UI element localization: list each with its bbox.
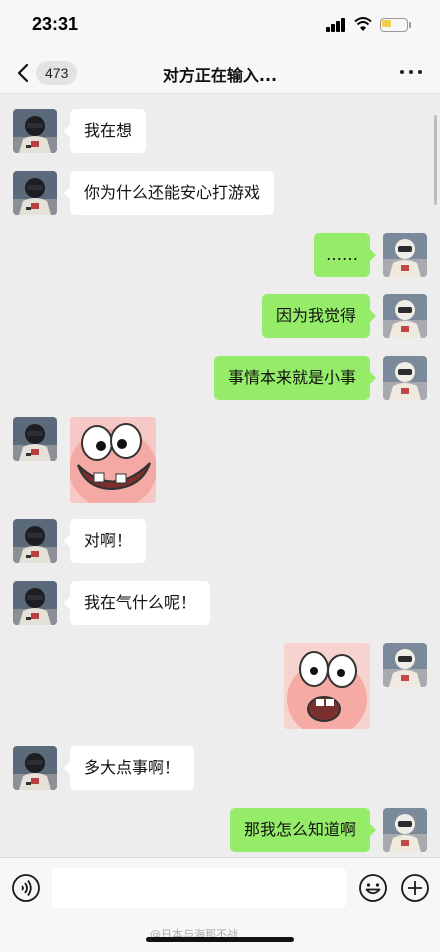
my-avatar[interactable] bbox=[383, 356, 427, 400]
contact-avatar[interactable] bbox=[13, 519, 57, 563]
my-avatar[interactable] bbox=[383, 643, 427, 687]
battery-icon bbox=[380, 18, 420, 34]
sent-message-bubble[interactable]: 因为我觉得 bbox=[261, 294, 377, 338]
chat-message-list[interactable]: 我在想 你为什么还能安心打游戏 …… 因为我觉得 事情本来就是小事 对啊！ 我在… bbox=[0, 95, 440, 857]
patrick-shocked-sticker[interactable] bbox=[284, 643, 370, 729]
more-dots-icon bbox=[400, 70, 404, 74]
my-avatar[interactable] bbox=[383, 808, 427, 852]
contact-avatar[interactable] bbox=[13, 109, 57, 153]
patrick-grin-sticker[interactable] bbox=[70, 417, 156, 503]
home-indicator[interactable] bbox=[146, 937, 294, 942]
received-message-bubble[interactable]: 我在气什么呢！ bbox=[63, 581, 211, 625]
emoji-icon[interactable] bbox=[358, 873, 388, 903]
voice-icon[interactable] bbox=[11, 873, 41, 903]
status-time: 23:31 bbox=[32, 14, 79, 34]
nav-bar: 473 对方正在输入... bbox=[0, 52, 440, 94]
message-input[interactable] bbox=[52, 868, 346, 908]
my-avatar[interactable] bbox=[383, 233, 427, 277]
status-icons bbox=[310, 17, 420, 34]
contact-avatar[interactable] bbox=[13, 417, 57, 461]
contact-avatar[interactable] bbox=[13, 171, 57, 215]
more-options-button[interactable] bbox=[400, 62, 422, 82]
received-message-bubble[interactable]: 我在想 bbox=[63, 109, 147, 153]
my-avatar[interactable] bbox=[383, 294, 427, 338]
received-message-bubble[interactable]: 对啊！ bbox=[63, 519, 147, 563]
received-message-bubble[interactable]: 你为什么还能安心打游戏 bbox=[63, 171, 275, 215]
status-bar: 23:31 bbox=[0, 0, 440, 52]
contact-avatar[interactable] bbox=[13, 581, 57, 625]
sent-message-bubble[interactable]: 事情本来就是小事 bbox=[213, 356, 377, 400]
plus-icon[interactable] bbox=[400, 873, 430, 903]
signal-icon bbox=[326, 18, 346, 32]
sent-message-bubble[interactable]: 那我怎么知道啊 bbox=[229, 808, 377, 852]
sent-message-bubble[interactable]: …… bbox=[314, 233, 376, 277]
scrollbar[interactable] bbox=[434, 115, 437, 205]
contact-avatar[interactable] bbox=[13, 746, 57, 790]
chat-title: 对方正在输入... bbox=[162, 66, 278, 85]
received-message-bubble[interactable]: 多大点事啊！ bbox=[63, 746, 195, 790]
wifi-icon bbox=[354, 17, 372, 31]
